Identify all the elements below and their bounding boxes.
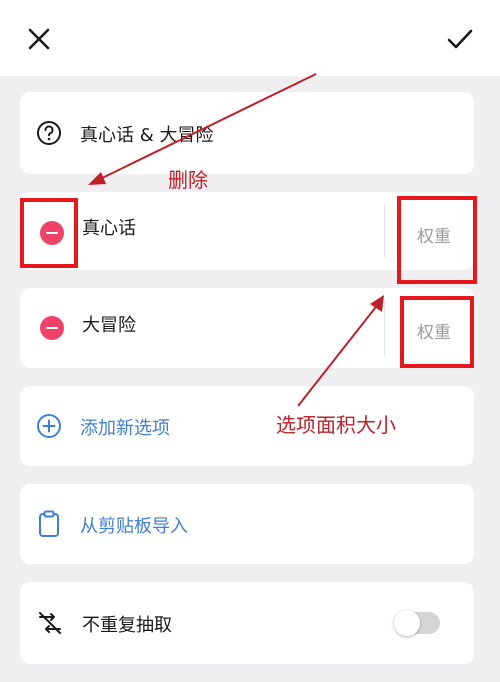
delete-annotation: 删除 [168, 168, 208, 192]
annotation-arrows [88, 73, 384, 407]
weight-size-annotation: 选项面积大小 [276, 413, 396, 437]
